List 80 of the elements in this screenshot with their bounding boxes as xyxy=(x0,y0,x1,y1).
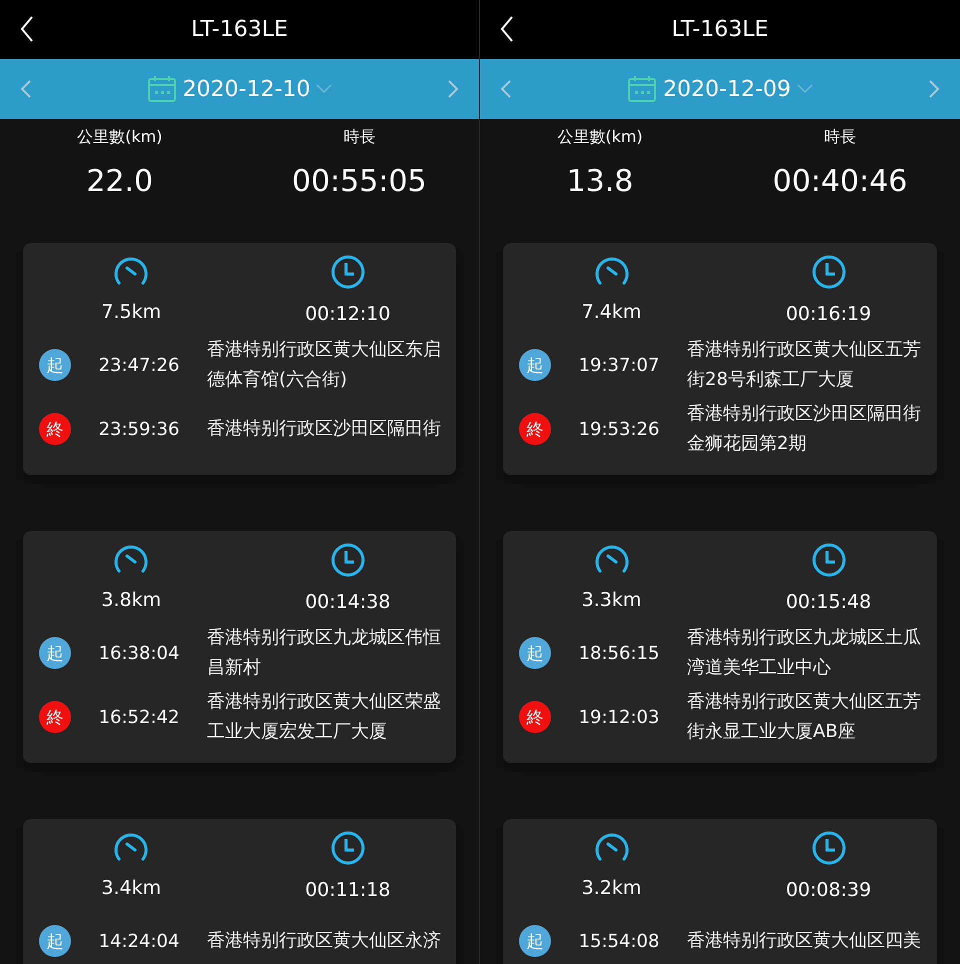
clock-icon xyxy=(812,543,846,577)
stop-address: 香港特别行政区黄大仙区荣盛工业大厦宏发工厂大厦 xyxy=(207,690,442,744)
speedometer-icon xyxy=(594,831,630,863)
trip-duration: 00:12:10 xyxy=(305,303,390,325)
trip-distance: 7.4km xyxy=(582,301,642,323)
stop-time: 19:12:03 xyxy=(578,706,660,728)
trip-card[interactable]: 7.5km 00:12:10 起 23:47:26 香港特别行政区黄大仙区东启德体育馆(六合街) 終 23:59:36 香港特别行政区沙田区隔田街 xyxy=(23,243,456,475)
start-badge: 起 xyxy=(519,349,551,381)
duration-label: 時長 xyxy=(824,127,856,148)
back-icon[interactable] xyxy=(500,16,514,42)
chevron-right-icon[interactable] xyxy=(446,79,459,99)
calendar-icon[interactable] xyxy=(146,75,177,103)
stop-time: 19:37:07 xyxy=(578,354,660,376)
chevron-right-icon[interactable] xyxy=(928,79,940,99)
trip-distance: 3.4km xyxy=(101,877,162,899)
start-badge: 起 xyxy=(39,349,71,381)
stop-time: 23:59:36 xyxy=(98,418,180,440)
speedometer-icon xyxy=(113,543,150,575)
speedometer-icon xyxy=(113,255,150,287)
trip-duration: 00:08:39 xyxy=(786,879,872,901)
back-icon[interactable] xyxy=(20,16,34,42)
clock-icon xyxy=(330,543,365,577)
trip-card[interactable]: 3.4km 00:11:18 起 14:24:04 香港特别行政区黄大仙区永济 xyxy=(23,819,456,964)
trip-distance: 3.8km xyxy=(101,589,162,611)
total-distance: 13.8 xyxy=(566,164,634,199)
stop-address: 香港特别行政区黄大仙区五芳街永显工业大厦AB座 xyxy=(687,690,922,744)
speedometer-icon xyxy=(594,543,630,575)
end-badge: 終 xyxy=(39,413,71,445)
stop-address: 香港特别行政区黄大仙区四美 xyxy=(687,929,922,953)
end-badge: 終 xyxy=(519,413,551,445)
stop-time: 23:47:26 xyxy=(98,354,180,376)
chevron-left-icon[interactable] xyxy=(20,79,32,99)
chevron-left-icon[interactable] xyxy=(500,79,512,99)
speedometer-icon xyxy=(594,255,630,287)
clock-icon xyxy=(812,831,846,865)
trip-duration: 00:15:48 xyxy=(786,591,872,613)
trip-duration: 00:16:19 xyxy=(786,303,872,325)
end-badge: 終 xyxy=(39,701,71,733)
stop-address: 香港特别行政区黄大仙区东启德体育馆(六合街) xyxy=(207,338,442,392)
stop-address: 香港特别行政区黄大仙区永济 xyxy=(207,929,442,953)
start-badge: 起 xyxy=(519,925,551,957)
trip-card[interactable]: 3.2km 00:08:39 起 15:54:08 香港特别行政区黄大仙区四美 xyxy=(503,819,937,964)
distance-label: 公里數(km) xyxy=(77,127,162,148)
stop-address: 香港特别行政区九龙城区伟恒昌新村 xyxy=(207,626,442,680)
page-title: LT-163LE xyxy=(672,17,768,42)
clock-icon xyxy=(330,255,365,289)
total-duration: 00:55:05 xyxy=(292,164,427,199)
dropdown-caret-icon[interactable] xyxy=(796,84,813,94)
stop-time: 16:52:42 xyxy=(98,706,180,728)
stop-time: 16:38:04 xyxy=(98,642,180,664)
start-badge: 起 xyxy=(519,637,551,669)
stop-address: 香港特别行政区九龙城区土瓜湾道美华工业中心 xyxy=(687,626,922,680)
trip-card[interactable]: 3.8km 00:14:38 起 16:38:04 香港特别行政区九龙城区伟恒昌新村 終 16:52:42 香港特别行政区黄大仙区荣盛工业大厦宏发工厂大厦 xyxy=(23,531,456,763)
calendar-icon[interactable] xyxy=(627,75,658,103)
stop-time: 18:56:15 xyxy=(578,642,660,664)
end-badge: 終 xyxy=(519,701,551,733)
start-badge: 起 xyxy=(39,637,71,669)
total-duration: 00:40:46 xyxy=(772,164,908,199)
speedometer-icon xyxy=(113,831,150,863)
clock-icon xyxy=(330,831,365,865)
stop-address: 香港特别行政区沙田区隔田街 xyxy=(207,417,442,441)
trip-distance: 3.2km xyxy=(582,877,642,899)
trip-duration: 00:11:18 xyxy=(305,879,390,901)
total-distance: 22.0 xyxy=(86,164,154,199)
duration-label: 時長 xyxy=(343,127,376,148)
trip-distance: 7.5km xyxy=(101,301,162,323)
stop-address: 香港特别行政区沙田区隔田街金狮花园第2期 xyxy=(687,402,922,456)
trip-duration: 00:14:38 xyxy=(305,591,390,613)
stop-address: 香港特别行政区黄大仙区五芳街28号利森工厂大厦 xyxy=(687,338,922,392)
stop-time: 15:54:08 xyxy=(578,930,660,952)
trip-card[interactable]: 7.4km 00:16:19 起 19:37:07 香港特别行政区黄大仙区五芳街28号利森工厂大厦 終 19:53:26 香港特别行政区沙田区隔田街金狮花园第2期 xyxy=(503,243,937,475)
trip-distance: 3.3km xyxy=(582,589,642,611)
stop-time: 14:24:04 xyxy=(98,930,180,952)
trip-card[interactable]: 3.3km 00:15:48 起 18:56:15 香港特别行政区九龙城区土瓜湾道美华工业中心 終 19:12:03 香港特别行政区黄大仙区五芳街永显工业大厦AB座 xyxy=(503,531,937,763)
distance-label: 公里數(km) xyxy=(557,127,643,148)
start-badge: 起 xyxy=(39,925,71,957)
clock-icon xyxy=(812,255,846,289)
page-title: LT-163LE xyxy=(191,17,288,42)
stop-time: 19:53:26 xyxy=(578,418,660,440)
dropdown-caret-icon[interactable] xyxy=(316,84,332,94)
